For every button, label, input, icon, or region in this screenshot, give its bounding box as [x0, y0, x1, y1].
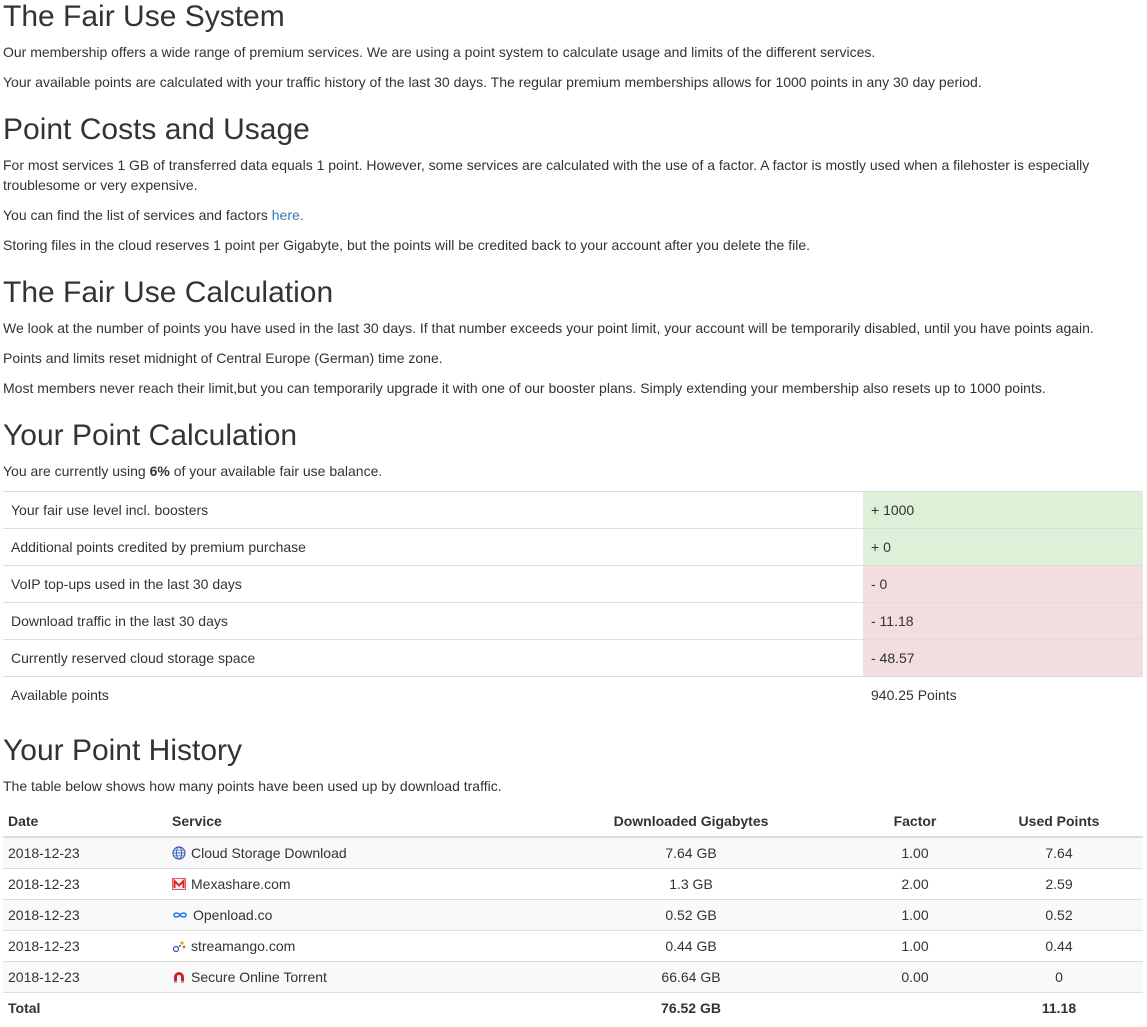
header-downloaded[interactable]: Downloaded Gigabytes [527, 806, 855, 838]
calc-value: + 1000 [863, 491, 1143, 529]
row-date: 2018-12-23 [3, 929, 167, 961]
row-factor: 0.00 [855, 960, 975, 992]
row-factor: 2.00 [855, 867, 975, 899]
fair-use-page: The Fair Use System Our membership offer… [0, 0, 1147, 1027]
available-points-value: 940.25 Points [863, 676, 1143, 714]
calculation-text-3: Most members never reach their limit,but… [3, 380, 1046, 396]
row-downloaded: 1.3 GB [527, 867, 855, 899]
calc-label: Additional points credited by premium pu… [3, 528, 863, 566]
calc-row-fair-use-level: Your fair use level incl. boosters + 100… [3, 491, 1143, 529]
table-row: 2018-12-23 Secure Online Torrent 66.64 G… [3, 960, 1143, 992]
point-calculation-table: Your fair use level incl. boosters + 100… [3, 491, 1143, 714]
calc-value: + 0 [863, 528, 1143, 566]
total-row: Total 76.52 GB 11.18 [3, 991, 1143, 1023]
service-name: Mexashare.com [191, 875, 291, 892]
magnet-icon [172, 969, 186, 983]
table-row: 2018-12-23 Mexashare.com 1.3 GB 2.00 2.5… [3, 867, 1143, 899]
calc-row-cloud-storage: Currently reserved cloud storage space -… [3, 639, 1143, 677]
point-costs-services-text: You can find the list of services and fa… [3, 205, 1133, 225]
header-used-points[interactable]: Used Points [975, 806, 1143, 838]
total-factor-empty [855, 991, 975, 1023]
fair-use-points-info: Your available points are calculated wit… [3, 74, 982, 90]
row-date: 2018-12-23 [3, 867, 167, 899]
row-service: Secure Online Torrent [167, 960, 527, 992]
calc-label: Currently reserved cloud storage space [3, 639, 863, 677]
fair-use-intro: Our membership offers a wide range of pr… [3, 44, 876, 60]
your-calc-title: Your Point Calculation [3, 419, 298, 452]
header-factor[interactable]: Factor [855, 806, 975, 838]
table-row: 2018-12-23 streamango.com 0.44 GB 1.00 0… [3, 929, 1143, 961]
mexashare-icon [172, 876, 186, 890]
total-used-points: 11.18 [975, 991, 1143, 1023]
row-used-points: 0.44 [975, 929, 1143, 961]
service-name: Openload.co [193, 906, 273, 923]
globe-icon [172, 845, 186, 860]
row-date: 2018-12-23 [3, 836, 167, 868]
row-service: Cloud Storage Download [167, 836, 527, 868]
point-costs-title: Point Costs and Usage [3, 113, 310, 146]
row-downloaded: 0.44 GB [527, 929, 855, 961]
usage-prefix: You are currently using [3, 463, 150, 479]
history-description: The table below shows how many points ha… [3, 778, 502, 794]
history-header-row: Date Service Downloaded Gigabytes Factor… [3, 806, 1143, 838]
table-row: 2018-12-23 Cloud Storage Download 7.64 G… [3, 836, 1143, 868]
calc-label: Your fair use level incl. boosters [3, 491, 863, 529]
infinity-icon [172, 907, 188, 921]
row-used-points: 0 [975, 960, 1143, 992]
row-date: 2018-12-23 [3, 898, 167, 930]
total-downloaded: 76.52 GB [527, 991, 855, 1023]
services-factors-link[interactable]: here. [272, 207, 304, 223]
service-name: Secure Online Torrent [191, 968, 327, 985]
total-label: Total [3, 991, 167, 1023]
row-used-points: 7.64 [975, 836, 1143, 868]
header-service[interactable]: Service [167, 806, 527, 838]
calc-value: - 48.57 [863, 639, 1143, 677]
calculation-text-1: We look at the number of points you have… [3, 320, 1094, 336]
streamango-icon [172, 938, 186, 952]
row-service: streamango.com [167, 929, 527, 961]
row-used-points: 2.59 [975, 867, 1143, 899]
services-text-prefix: You can find the list of services and fa… [3, 207, 272, 223]
usage-suffix: of your available fair use balance. [169, 463, 383, 479]
calculation-text-2: Points and limits reset midnight of Cent… [3, 350, 443, 366]
calculation-title: The Fair Use Calculation [3, 276, 334, 309]
history-title: Your Point History [3, 734, 243, 767]
row-downloaded: 7.64 GB [527, 836, 855, 868]
point-history-table: Date Service Downloaded Gigabytes Factor… [3, 806, 1143, 1023]
usage-summary: You are currently using 6% of your avail… [3, 461, 1133, 481]
service-name: streamango.com [191, 937, 296, 954]
table-row: 2018-12-23 Openload.co 0.52 GB 1.00 0.52 [3, 898, 1143, 930]
service-name: Cloud Storage Download [191, 844, 347, 861]
calc-label: Download traffic in the last 30 days [3, 602, 863, 640]
row-used-points: 0.52 [975, 898, 1143, 930]
point-costs-storage-text: Storing files in the cloud reserves 1 po… [3, 237, 811, 253]
fair-use-title: The Fair Use System [3, 0, 285, 33]
row-service: Openload.co [167, 898, 527, 930]
row-factor: 1.00 [855, 898, 975, 930]
row-factor: 1.00 [855, 836, 975, 868]
calc-label: VoIP top-ups used in the last 30 days [3, 565, 863, 603]
calc-row-download-traffic: Download traffic in the last 30 days - 1… [3, 602, 1143, 640]
calc-row-voip-topups: VoIP top-ups used in the last 30 days - … [3, 565, 1143, 603]
calc-value: - 11.18 [863, 602, 1143, 640]
calc-label: Available points [3, 676, 863, 714]
row-downloaded: 0.52 GB [527, 898, 855, 930]
point-costs-factor-text: For most services 1 GB of transferred da… [3, 157, 1090, 193]
row-service: Mexashare.com [167, 867, 527, 899]
row-factor: 1.00 [855, 929, 975, 961]
calc-row-additional-points: Additional points credited by premium pu… [3, 528, 1143, 566]
calc-value: - 0 [863, 565, 1143, 603]
calc-row-available-points: Available points 940.25 Points [3, 676, 1143, 714]
row-downloaded: 66.64 GB [527, 960, 855, 992]
total-service-empty [167, 991, 527, 1023]
usage-percent: 6% [149, 463, 170, 479]
row-date: 2018-12-23 [3, 960, 167, 992]
header-date[interactable]: Date [3, 806, 167, 838]
